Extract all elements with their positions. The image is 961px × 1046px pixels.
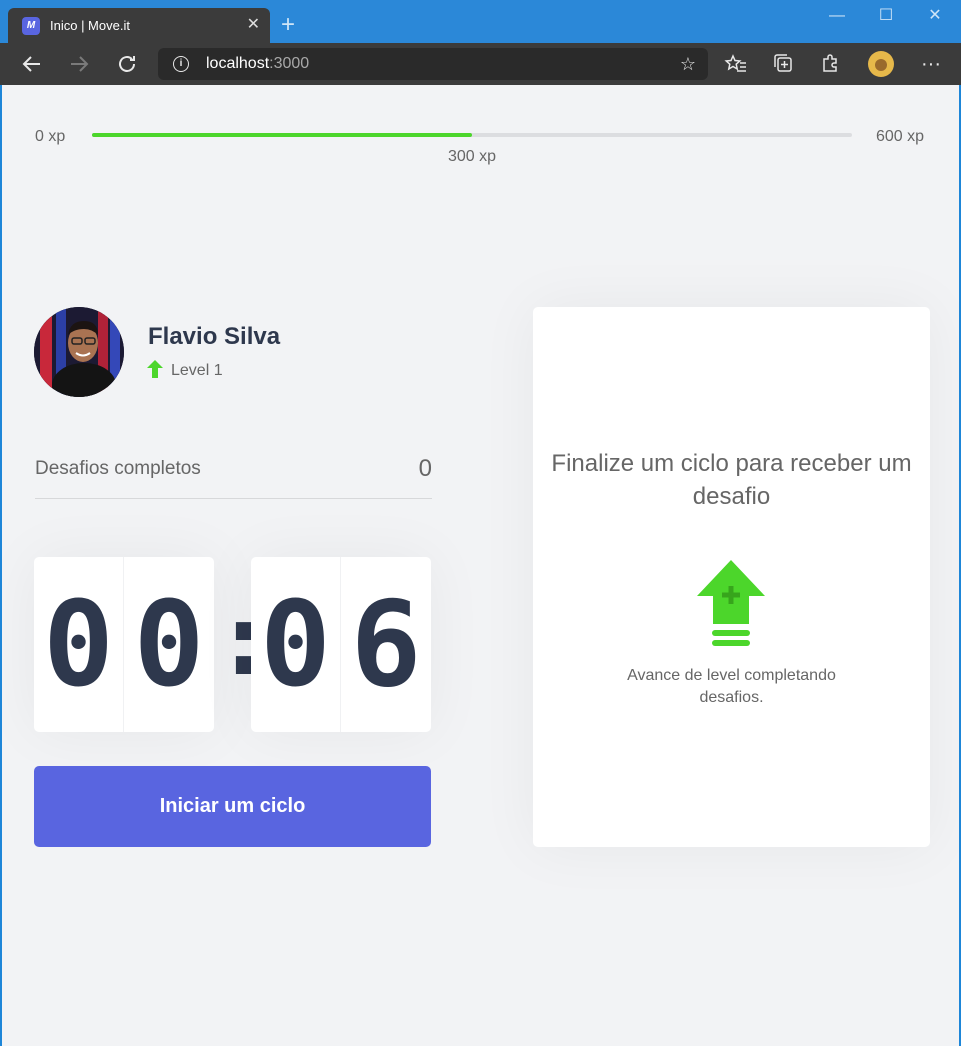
forward-icon[interactable] — [67, 52, 91, 76]
new-tab-icon[interactable]: + — [277, 13, 299, 37]
challenge-card-text: Avance de level completando desafios. — [627, 667, 836, 706]
collections-icon[interactable] — [772, 52, 796, 76]
reload-icon[interactable] — [115, 52, 139, 76]
tab-title: Inico | Move.it — [50, 18, 130, 33]
more-icon[interactable]: ··· — [919, 52, 943, 76]
profile-avatar[interactable] — [868, 51, 894, 77]
challenge-card: Finalize um ciclo para receber um desafi… — [533, 307, 930, 847]
user-level: Level 1 — [171, 362, 223, 379]
favorites-icon[interactable] — [724, 52, 748, 76]
start-cycle-button[interactable]: Iniciar um ciclo — [34, 766, 431, 847]
countdown-minute-right: 0 — [133, 575, 205, 713]
experience-bar-fill — [92, 133, 472, 137]
page-viewport: 0 xp 300 xp 600 xp Flavio Silva Level 1 … — [2, 85, 959, 1046]
browser-titlebar: M Inico | Move.it ✕ + — ☐ ✕ — [0, 0, 961, 43]
xp-min-label: 0 xp — [35, 128, 66, 145]
countdown-second-right: 6 — [350, 575, 422, 713]
browser-toolbar: i localhost:3000 ☆ ··· — [0, 43, 961, 85]
xp-max-label: 600 xp — [876, 128, 925, 145]
divider — [35, 498, 432, 499]
challenge-card-title: Finalize um ciclo para receber um desafi… — [551, 450, 912, 510]
move-it-favicon-icon: M — [22, 17, 40, 35]
countdown-seconds: 0 6 — [251, 557, 431, 732]
experience-bar — [92, 133, 852, 137]
minimize-icon[interactable]: — — [826, 5, 848, 27]
countdown-second-left: 0 — [251, 557, 341, 732]
countdown-minute-left: 0 — [34, 557, 124, 732]
completed-challenges-count: 0 — [418, 455, 432, 482]
countdown-separator: : — [214, 581, 275, 698]
user-name: Flavio Silva — [148, 323, 281, 350]
browser-tab[interactable]: M Inico | Move.it ✕ — [8, 8, 270, 43]
level-up-icon — [697, 560, 765, 646]
completed-challenges-label: Desafios completos — [35, 458, 201, 479]
xp-current-label: 300 xp — [447, 148, 497, 165]
user-avatar — [34, 307, 124, 397]
maximize-icon[interactable]: ☐ — [875, 5, 897, 27]
info-icon[interactable]: i — [173, 56, 189, 72]
address-bar[interactable]: i localhost:3000 ☆ — [158, 48, 708, 80]
add-favorite-icon[interactable]: ☆ — [680, 53, 696, 75]
close-window-icon[interactable]: ✕ — [924, 5, 946, 27]
level-up-arrow-icon — [147, 360, 163, 378]
url-text: localhost:3000 — [206, 55, 310, 72]
close-tab-icon[interactable]: ✕ — [247, 15, 260, 35]
back-icon[interactable] — [20, 52, 44, 76]
extensions-icon[interactable] — [819, 52, 843, 76]
countdown-minutes: 0 0 — [34, 557, 214, 732]
